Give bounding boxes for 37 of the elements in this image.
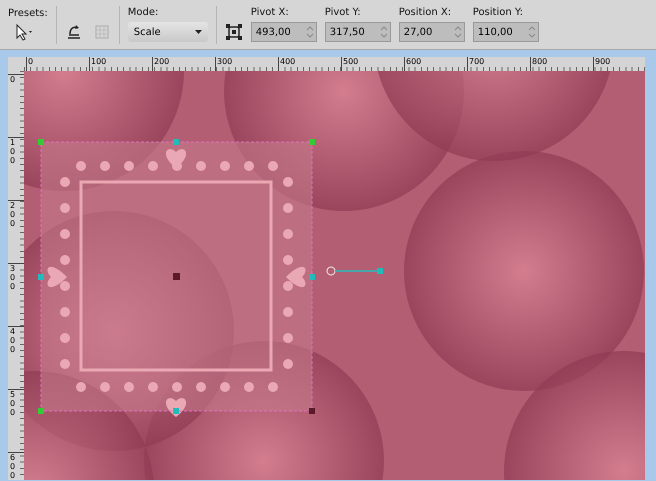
number-spin-field[interactable]: 317,50: [324, 22, 391, 42]
spin-arrows-icon[interactable]: [454, 25, 462, 39]
ruler-label: 300: [216, 57, 234, 66]
spin-arrows-icon[interactable]: [306, 25, 314, 39]
pivot-point[interactable]: [173, 273, 180, 280]
field-label: Position X:: [398, 7, 452, 18]
ruler-label: 500: [9, 390, 16, 417]
caret-icon: [194, 30, 202, 34]
ruler-label: 100: [9, 138, 16, 165]
rotation-handle[interactable]: [326, 266, 383, 276]
ruler-label: 400: [279, 57, 296, 66]
ruler-label: 600: [405, 57, 422, 66]
ruler-label: 200: [9, 201, 16, 228]
number-spin-field[interactable]: 110,00: [472, 22, 539, 42]
ruler-label: 700: [468, 57, 486, 66]
mode-dropdown[interactable]: Scale: [128, 22, 208, 42]
ruler-label: 100: [90, 57, 108, 66]
ruler-label: 300: [9, 264, 16, 291]
bounding-box-icon[interactable]: [224, 22, 243, 40]
mode-label: Mode:: [128, 7, 160, 18]
spin-arrows-icon[interactable]: [528, 25, 536, 39]
ruler-label: 400: [9, 327, 16, 354]
ruler-label: 0: [27, 57, 34, 66]
field-label: Pivot X:: [250, 7, 290, 18]
ruler-label: 0: [9, 75, 16, 84]
ruler-label: 800: [531, 57, 548, 66]
number-spin-field[interactable]: 493,00: [250, 22, 317, 42]
field-label: Position Y:: [472, 7, 524, 18]
ruler-label: 200: [153, 57, 170, 66]
ruler-label: 900: [594, 57, 612, 66]
field-label: Pivot Y:: [324, 7, 362, 18]
ruler-label: 500: [342, 57, 360, 66]
presets-label: Presets:: [8, 8, 48, 19]
spin-arrows-icon[interactable]: [380, 25, 388, 39]
number-spin-field[interactable]: 27,00: [398, 22, 465, 42]
ruler-label: 600: [9, 453, 16, 480]
grid-select-icon[interactable]: [92, 22, 111, 40]
